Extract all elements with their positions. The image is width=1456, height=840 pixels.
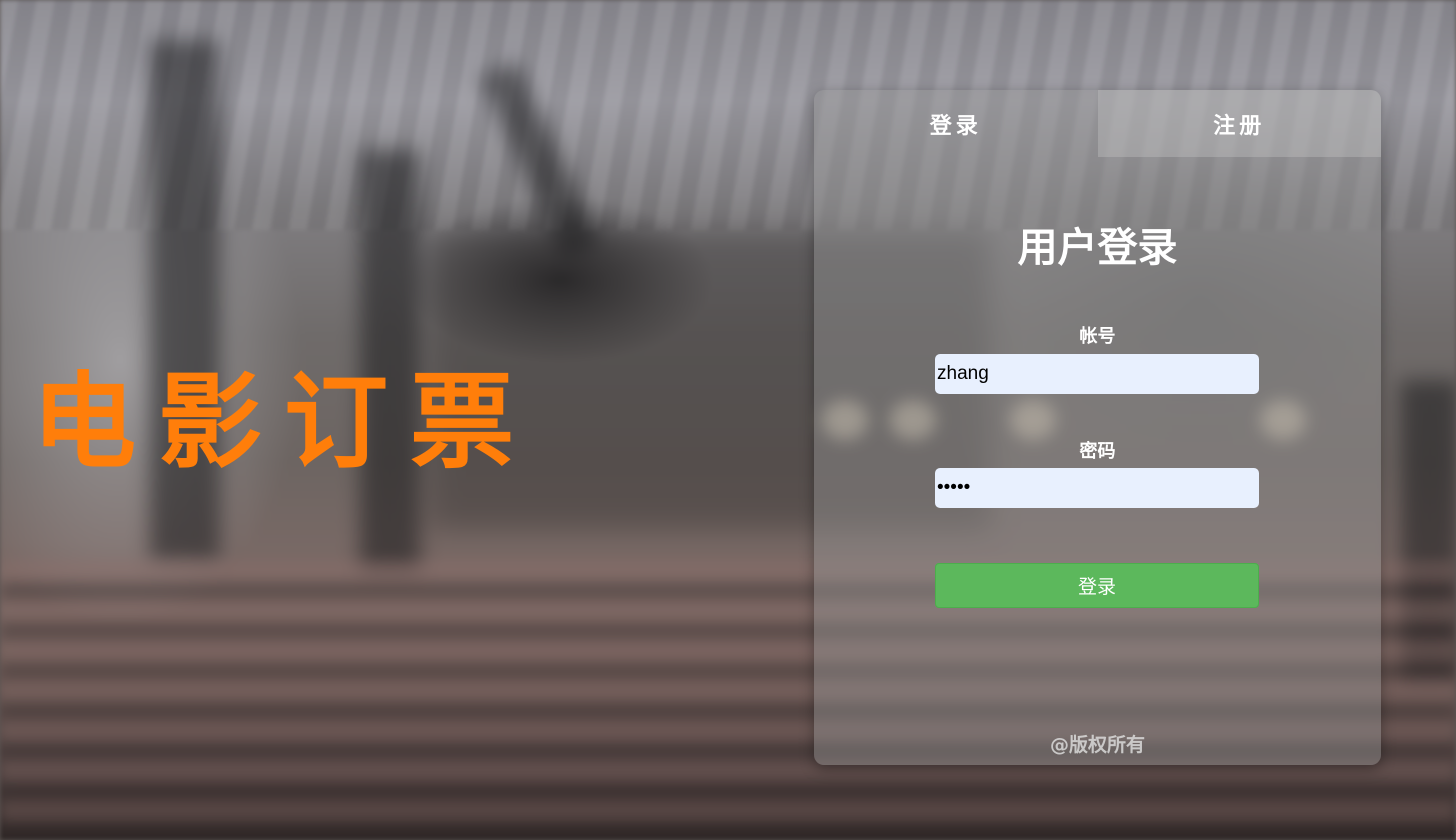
password-label: 密码 (1079, 441, 1116, 462)
tab-login[interactable]: 登录 (814, 90, 1098, 157)
auth-tabs: 登录 注册 (814, 90, 1381, 157)
brand-title: 电影订票 (32, 361, 537, 483)
login-button[interactable]: 登录 (935, 563, 1259, 608)
login-panel: 登录 注册 用户登录 帐号 密码 登录 @版权所有 (814, 90, 1381, 765)
account-label: 帐号 (1079, 326, 1116, 347)
form-heading: 用户登录 (1017, 225, 1178, 271)
tab-register[interactable]: 注册 (1097, 90, 1381, 157)
copyright-text: @版权所有 (1049, 734, 1145, 756)
password-input[interactable] (935, 468, 1259, 508)
account-input[interactable] (935, 354, 1259, 394)
